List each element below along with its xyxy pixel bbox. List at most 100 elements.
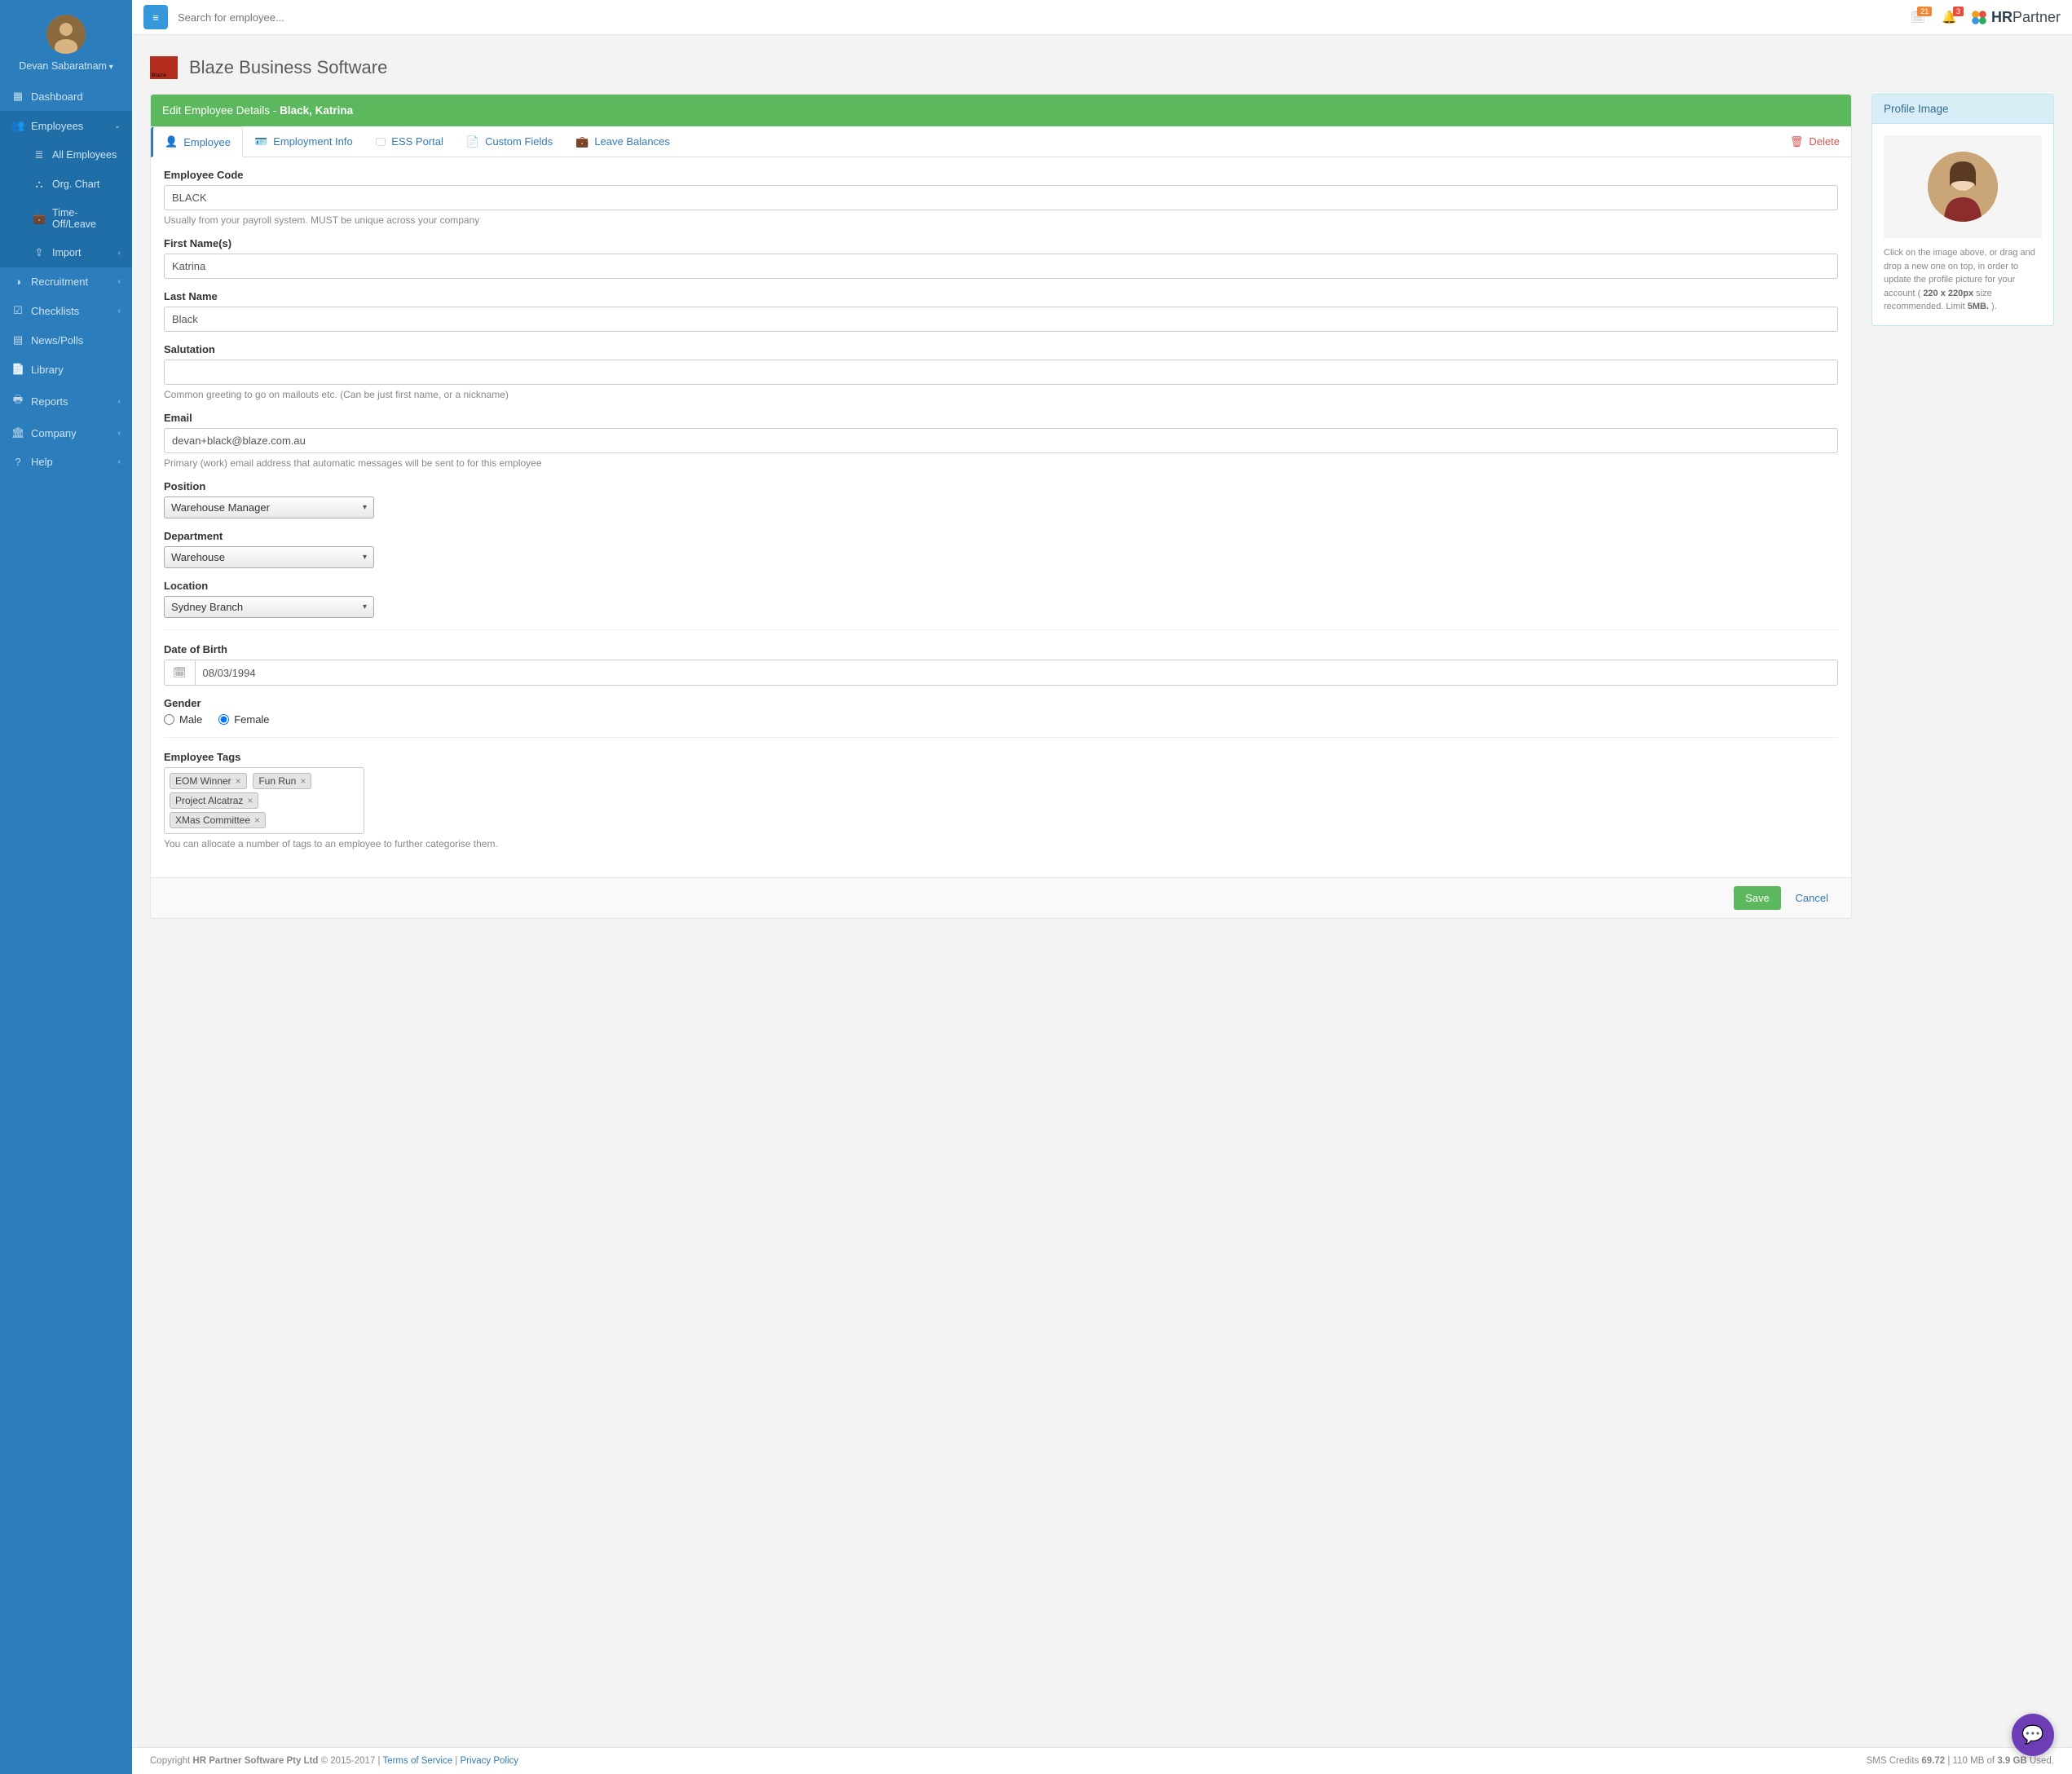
nav-import[interactable]: ⇪Import‹ <box>0 238 132 267</box>
search-input[interactable] <box>178 11 1907 24</box>
label-code: Employee Code <box>164 169 1838 181</box>
remove-tag-icon[interactable]: × <box>254 814 260 826</box>
location-select[interactable]: Sydney Branch▾ <box>164 596 374 618</box>
check-icon: ☑ <box>11 304 24 317</box>
nav-recruitment[interactable]: ◑Recruitment‹ <box>0 267 132 296</box>
label-gender: Gender <box>164 697 1838 709</box>
tab-employee[interactable]: 👤Employee <box>151 126 243 157</box>
briefcase-icon: 💼 <box>33 212 46 225</box>
nav-checklists[interactable]: ☑Checklists‹ <box>0 296 132 325</box>
panel-header: Edit Employee Details - Black, Katrina <box>151 95 1851 126</box>
tag-chip: Project Alcatraz× <box>170 792 258 809</box>
chevron-left-icon: ‹ <box>118 397 121 406</box>
label-first: First Name(s) <box>164 237 1838 249</box>
tab-ess-portal[interactable]: 🖵ESS Portal <box>364 126 455 157</box>
notif-count-2: 3 <box>1953 7 1964 16</box>
help-icon: ? <box>11 456 24 468</box>
trash-icon: 🗑 <box>1790 135 1804 148</box>
nav-org-chart[interactable]: ⛬Org. Chart <box>0 170 132 199</box>
help-email: Primary (work) email address that automa… <box>164 457 1838 469</box>
chevron-left-icon: ‹ <box>118 277 121 286</box>
tag-chip: Fun Run× <box>253 773 311 789</box>
save-button[interactable]: Save <box>1734 886 1781 910</box>
hrpartner-logo-icon <box>1970 8 1988 26</box>
help-tags: You can allocate a number of tags to an … <box>164 838 1838 849</box>
sidebar: Devan Sabaratnam ▦Dashboard 👥Employees⌄ … <box>0 0 132 1774</box>
id-icon: 🪪 <box>254 135 267 148</box>
chevron-left-icon: ‹ <box>118 249 121 258</box>
tag-chip: XMas Committee× <box>170 812 266 828</box>
tags-input[interactable]: EOM Winner× Fun Run× Project Alcatraz× X… <box>164 767 364 834</box>
print-icon: 🖶 <box>11 392 24 410</box>
nav-library[interactable]: 📄Library <box>0 355 132 384</box>
chevron-down-icon: ⌄ <box>114 121 121 130</box>
side-panel-header: Profile Image <box>1872 95 2053 124</box>
nav-all-employees[interactable]: ≣All Employees <box>0 140 132 170</box>
tabs: 👤Employee 🪪Employment Info 🖵ESS Portal 📄… <box>151 126 1851 157</box>
nav-dashboard[interactable]: ▦Dashboard <box>0 82 132 111</box>
position-select[interactable]: Warehouse Manager▾ <box>164 496 374 519</box>
gender-female-radio[interactable]: Female <box>218 713 269 726</box>
nav-reports[interactable]: 🖶Reports‹ <box>0 384 132 418</box>
department-select[interactable]: Warehouse▾ <box>164 546 374 568</box>
notifications-calendar[interactable]: 🗓 21 <box>1907 10 1929 24</box>
tab-employment-info[interactable]: 🪪Employment Info <box>243 126 364 157</box>
chevron-down-icon: ▾ <box>363 602 367 611</box>
window-icon: 🖵 <box>376 135 386 148</box>
org-icon: ⛬ <box>33 178 46 191</box>
nav-company[interactable]: 🏛Company‹ <box>0 418 132 448</box>
last-name-field[interactable] <box>164 307 1838 332</box>
file-icon: 📄 <box>466 135 479 148</box>
remove-tag-icon[interactable]: × <box>236 775 241 787</box>
tab-leave-balances[interactable]: 💼Leave Balances <box>564 126 681 157</box>
nav-time-off[interactable]: 💼Time-Off/Leave <box>0 199 132 238</box>
panel-footer: Save Cancel <box>151 877 1851 918</box>
chat-icon: 💬 <box>2021 1724 2043 1745</box>
label-dob: Date of Birth <box>164 643 1838 655</box>
tab-custom-fields[interactable]: 📄Custom Fields <box>455 126 564 157</box>
employee-code-field[interactable] <box>164 185 1838 210</box>
privacy-link[interactable]: Privacy Policy <box>460 1756 518 1766</box>
remove-tag-icon[interactable]: × <box>247 795 253 806</box>
label-tags: Employee Tags <box>164 751 1838 763</box>
user-avatar[interactable] <box>46 15 86 54</box>
calendar-icon: 🗓 <box>164 660 195 686</box>
employees-icon: 👥 <box>11 119 24 132</box>
company-logo <box>150 56 178 79</box>
remove-tag-icon[interactable]: × <box>300 775 306 787</box>
chat-widget-button[interactable]: 💬 <box>2012 1714 2054 1756</box>
user-block[interactable]: Devan Sabaratnam <box>0 0 132 82</box>
help-code: Usually from your payroll system. MUST b… <box>164 214 1838 226</box>
tab-delete[interactable]: 🗑Delete <box>1779 126 1851 157</box>
first-name-field[interactable] <box>164 254 1838 279</box>
chevron-left-icon: ‹ <box>118 457 121 466</box>
dob-field[interactable] <box>195 660 1838 686</box>
cancel-button[interactable]: Cancel <box>1784 886 1840 910</box>
nav-help[interactable]: ?Help‹ <box>0 448 132 476</box>
briefcase-icon: 💼 <box>575 135 589 148</box>
help-salutation: Common greeting to go on mailouts etc. (… <box>164 389 1838 400</box>
email-field[interactable] <box>164 428 1838 453</box>
user-icon: 👤 <box>165 135 178 148</box>
salutation-field[interactable] <box>164 360 1838 385</box>
notif-count-1: 21 <box>1917 7 1932 16</box>
profile-image-dropzone[interactable] <box>1884 135 2042 238</box>
edit-employee-panel: Edit Employee Details - Black, Katrina 👤… <box>150 94 1852 919</box>
target-icon: ◑ <box>11 276 24 288</box>
label-email: Email <box>164 412 1838 424</box>
notifications-bell[interactable]: 🔔 3 <box>1938 10 1960 24</box>
footer-stats: SMS Credits 69.72 | 110 MB of 3.9 GB Use… <box>1867 1756 2054 1766</box>
profile-image-panel: Profile Image Click on the image above, … <box>1871 94 2054 326</box>
menu-toggle-button[interactable]: ≡ <box>143 5 168 29</box>
tos-link[interactable]: Terms of Service <box>382 1756 452 1766</box>
label-location: Location <box>164 580 1838 592</box>
footer: Copyright HR Partner Software Pty Ltd © … <box>132 1747 2072 1774</box>
label-salutation: Salutation <box>164 343 1838 355</box>
gender-male-radio[interactable]: Male <box>164 713 202 726</box>
nav-employees[interactable]: 👥Employees⌄ <box>0 111 132 140</box>
profile-image[interactable] <box>1928 152 1998 222</box>
nav-news[interactable]: ▤News/Polls <box>0 325 132 355</box>
user-name-dropdown[interactable]: Devan Sabaratnam <box>0 60 132 72</box>
list-icon: ≣ <box>33 148 46 161</box>
chevron-down-icon: ▾ <box>363 503 367 512</box>
